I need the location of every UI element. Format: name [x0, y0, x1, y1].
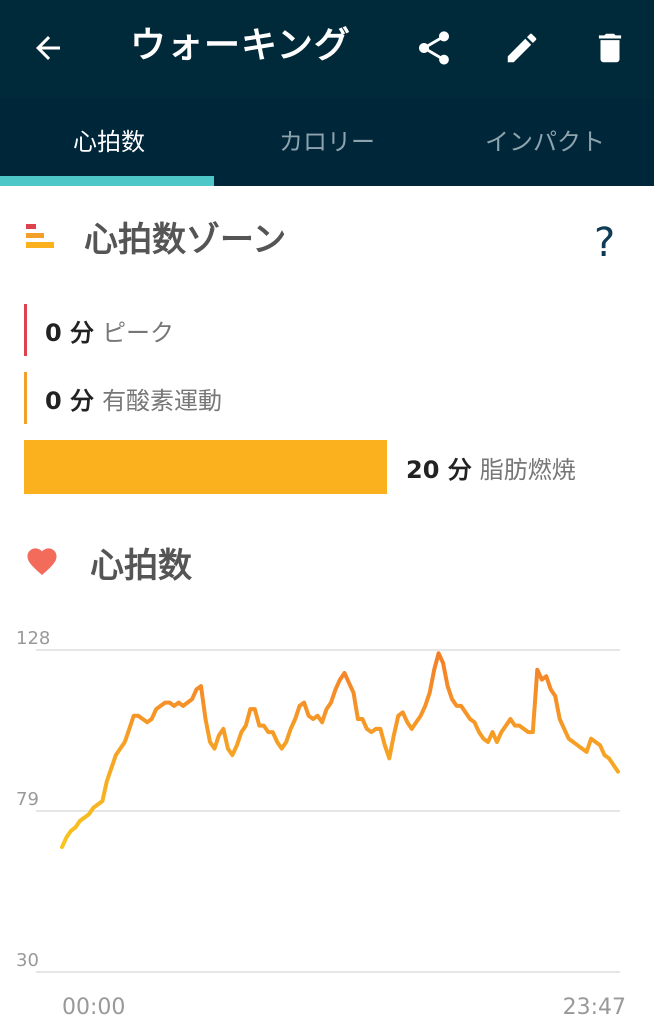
tab-bar: 心拍数 カロリー インパクト: [0, 98, 654, 186]
zone-peak-minutes: 0 分: [45, 318, 95, 347]
heart-rate-chart: 128 79 30 00:00 23:47: [16, 628, 626, 1020]
zone-cardio-minutes: 0 分: [45, 386, 95, 415]
arrow-left-icon: [36, 36, 60, 60]
heart-rate-series-line: [60, 651, 620, 850]
zone-peak-indicator: [24, 304, 27, 356]
zone-fat-burn-label: 脂肪燃焼: [479, 455, 576, 484]
zone-fat-burn-bar: [24, 440, 387, 494]
zone-peak-label: ピーク: [102, 318, 175, 347]
zone-cardio-indicator: [24, 372, 27, 424]
zone-bars-icon: [26, 224, 54, 248]
x-tick-label: 23:47: [563, 995, 626, 1020]
edit-button[interactable]: [498, 24, 546, 72]
zone-cardio-label: 有酸素運動: [102, 386, 223, 415]
zone-row-peak: 0 分 ピーク: [24, 304, 174, 356]
tab-impact[interactable]: インパクト: [436, 98, 654, 186]
zones-title: 心拍数ゾーン: [84, 220, 287, 260]
heart-rate-title: 心拍数: [90, 546, 192, 586]
delete-button[interactable]: [586, 24, 634, 72]
back-button[interactable]: [26, 26, 70, 70]
zone-fat-burn-minutes: 20 分: [406, 455, 472, 484]
y-tick-label: 128: [16, 628, 50, 649]
trash-icon: [598, 33, 622, 63]
share-button[interactable]: [410, 24, 458, 72]
tab-heart-rate[interactable]: 心拍数: [0, 98, 218, 186]
edit-pencil-icon: [507, 33, 537, 63]
help-button[interactable]: ?: [594, 220, 615, 266]
tab-calories[interactable]: カロリー: [218, 98, 436, 186]
page-title: ウォーキング: [130, 25, 351, 66]
share-icon: [419, 31, 449, 65]
heart-icon: [27, 548, 57, 576]
zone-row-cardio: 0 分 有酸素運動: [24, 372, 222, 424]
app-bar: ウォーキング: [0, 0, 654, 98]
y-tick-label: 30: [16, 950, 39, 971]
y-tick-label: 79: [16, 789, 39, 810]
zone-row-fat-burn: 20 分 脂肪燃焼: [406, 448, 576, 486]
x-tick-label: 00:00: [62, 995, 125, 1020]
